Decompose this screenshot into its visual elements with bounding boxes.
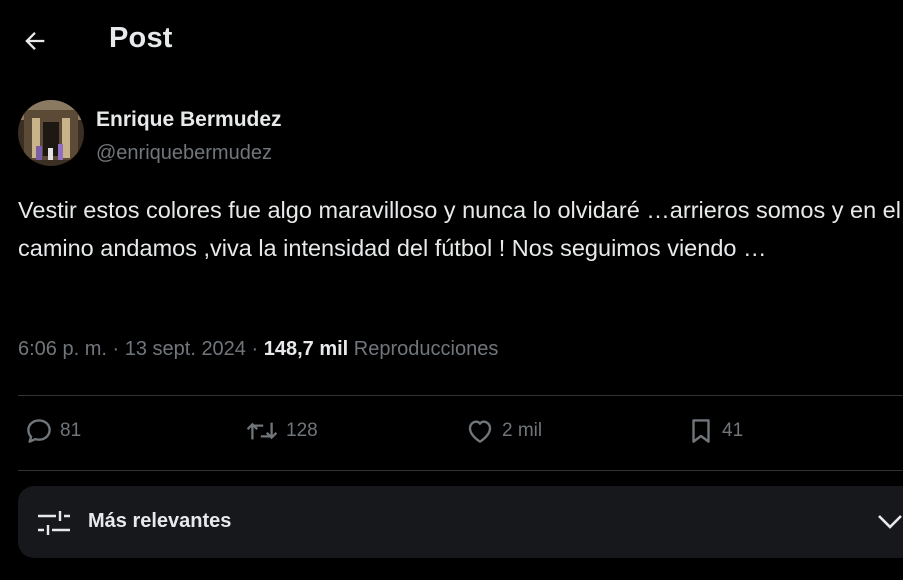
heart-icon <box>468 420 492 443</box>
chevron-down-icon <box>878 515 902 529</box>
views-count: 148,7 mil <box>263 338 349 360</box>
divider <box>18 470 903 471</box>
like-count: 2 mil <box>502 420 543 441</box>
reply-count: 81 <box>60 420 82 441</box>
repost-button[interactable]: 128 <box>244 416 318 446</box>
post-time[interactable]: 6:06 p. m. <box>18 338 107 360</box>
post-date[interactable]: 13 sept. 2024 <box>125 338 246 360</box>
page-title: Post <box>109 22 173 54</box>
sort-label: Más relevantes <box>88 510 232 532</box>
meta-separator: · <box>251 338 264 360</box>
views-label: Reproducciones <box>353 338 499 360</box>
repost-count: 128 <box>286 420 318 441</box>
author-row: Enrique Bermudez @enriquebermudez <box>18 100 878 170</box>
bookmark-button[interactable]: 41 <box>686 416 743 446</box>
meta-separator: · <box>112 338 125 360</box>
avatar[interactable] <box>18 100 84 166</box>
post-meta: 6:06 p. m. · 13 sept. 2024 · 148,7 mil R… <box>18 338 498 361</box>
action-bar: 81 128 2 mil 41 <box>18 396 888 470</box>
like-button[interactable]: 2 mil <box>464 416 542 446</box>
author-handle[interactable]: @enriquebermudez <box>96 142 272 165</box>
back-button[interactable] <box>18 24 52 58</box>
repost-icon <box>246 422 278 440</box>
arrow-left-icon <box>25 32 45 50</box>
top-bar: Post <box>0 0 903 82</box>
reply-icon <box>27 419 51 443</box>
bookmark-count: 41 <box>722 420 744 441</box>
bookmark-icon <box>692 419 710 443</box>
sort-replies-dropdown[interactable]: Más relevantes <box>18 486 903 558</box>
author-name[interactable]: Enrique Bermudez <box>96 108 282 132</box>
post-text: Vestir estos colores fue algo maravillos… <box>18 197 901 261</box>
reply-button[interactable]: 81 <box>24 416 81 446</box>
sliders-icon <box>38 511 70 535</box>
